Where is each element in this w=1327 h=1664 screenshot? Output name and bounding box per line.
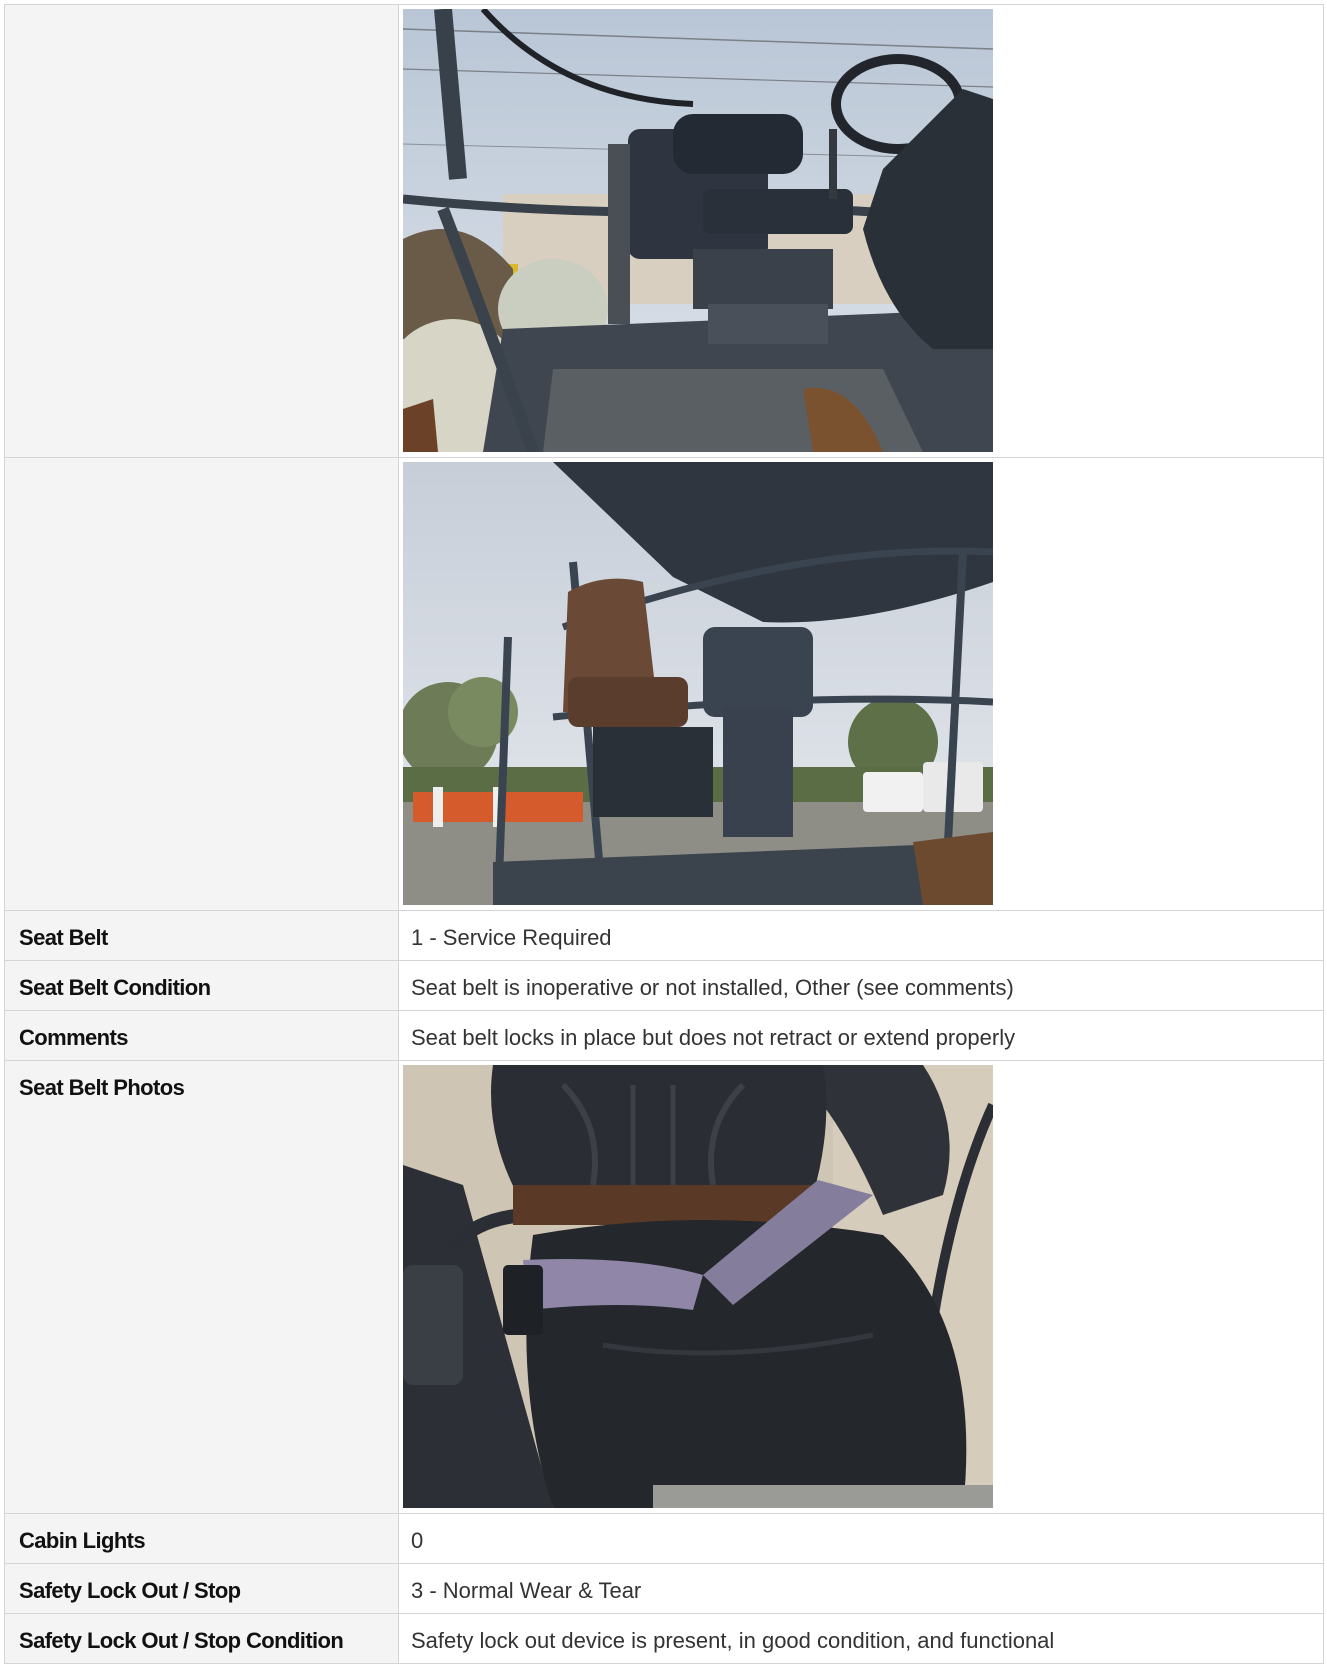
row-label: Seat Belt Photos: [4, 1060, 399, 1514]
seat-with-steering-wheel-photo[interactable]: [403, 9, 993, 452]
row-value: Safety lock out device is present, in go…: [398, 1613, 1324, 1664]
seat-belt-closeup-photo[interactable]: [403, 1065, 993, 1508]
row-label: Comments: [4, 1010, 399, 1061]
table-row: Safety Lock Out / Stop 3 - Normal Wear &…: [4, 1563, 1324, 1614]
row-label: [4, 4, 399, 458]
table-row: Seat Belt 1 - Service Required: [4, 910, 1324, 961]
table-row: Cabin Lights 0: [4, 1513, 1324, 1564]
row-label: Seat Belt: [4, 910, 399, 961]
row-label: Safety Lock Out / Stop Condition: [4, 1613, 399, 1664]
row-value: 1 - Service Required: [398, 910, 1324, 961]
table-row: Seat Belt Condition Seat belt is inopera…: [4, 960, 1324, 1011]
table-row: [4, 457, 1324, 911]
row-label: Seat Belt Condition: [4, 960, 399, 1011]
row-label: Safety Lock Out / Stop: [4, 1563, 399, 1614]
row-value-photo: [398, 1060, 1324, 1514]
row-value-photo: [398, 4, 1324, 458]
row-value-photo: [398, 457, 1324, 911]
table-row: Safety Lock Out / Stop Condition Safety …: [4, 1613, 1324, 1664]
inspection-table: Seat Belt 1 - Service Required Seat Belt…: [4, 4, 1324, 1664]
row-value: Seat belt locks in place but does not re…: [398, 1010, 1324, 1061]
table-row: [4, 4, 1324, 458]
row-value: Seat belt is inoperative or not installe…: [398, 960, 1324, 1011]
row-label: Cabin Lights: [4, 1513, 399, 1564]
row-label: [4, 457, 399, 911]
row-value: 0: [398, 1513, 1324, 1564]
row-value: 3 - Normal Wear & Tear: [398, 1563, 1324, 1614]
seat-under-canopy-photo[interactable]: [403, 462, 993, 905]
table-row: Seat Belt Photos: [4, 1060, 1324, 1514]
table-row: Comments Seat belt locks in place but do…: [4, 1010, 1324, 1061]
